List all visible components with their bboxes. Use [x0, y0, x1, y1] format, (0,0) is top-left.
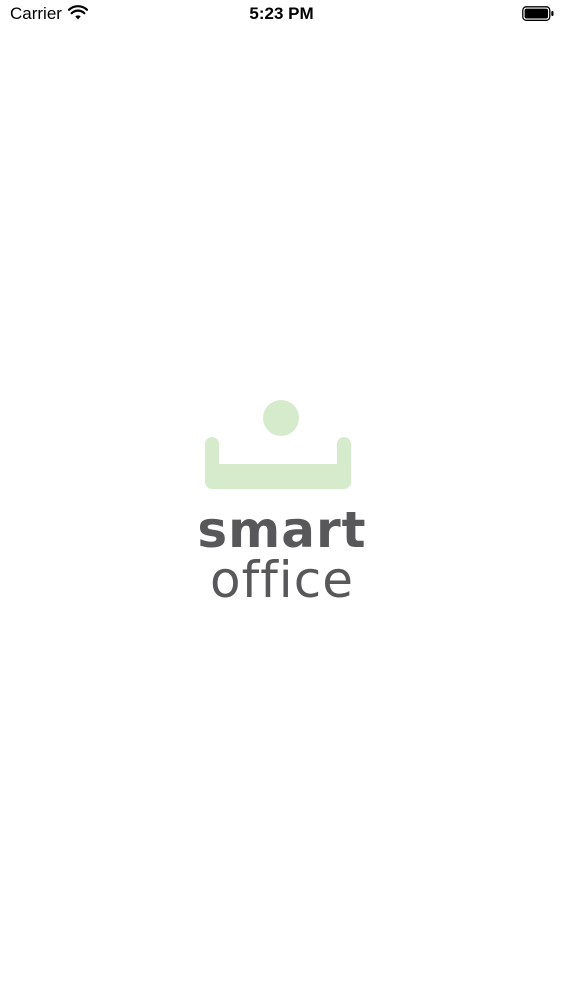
status-time: 5:23 PM	[249, 4, 314, 23]
smart-office-logo-icon	[205, 400, 351, 489]
brand-line-smart: smart	[197, 501, 367, 559]
battery-icon	[522, 6, 554, 21]
status-bar: Carrier 5:23 PM	[0, 0, 563, 30]
brand-line-office: office	[210, 551, 354, 609]
splash-logo: smart office	[190, 394, 374, 614]
